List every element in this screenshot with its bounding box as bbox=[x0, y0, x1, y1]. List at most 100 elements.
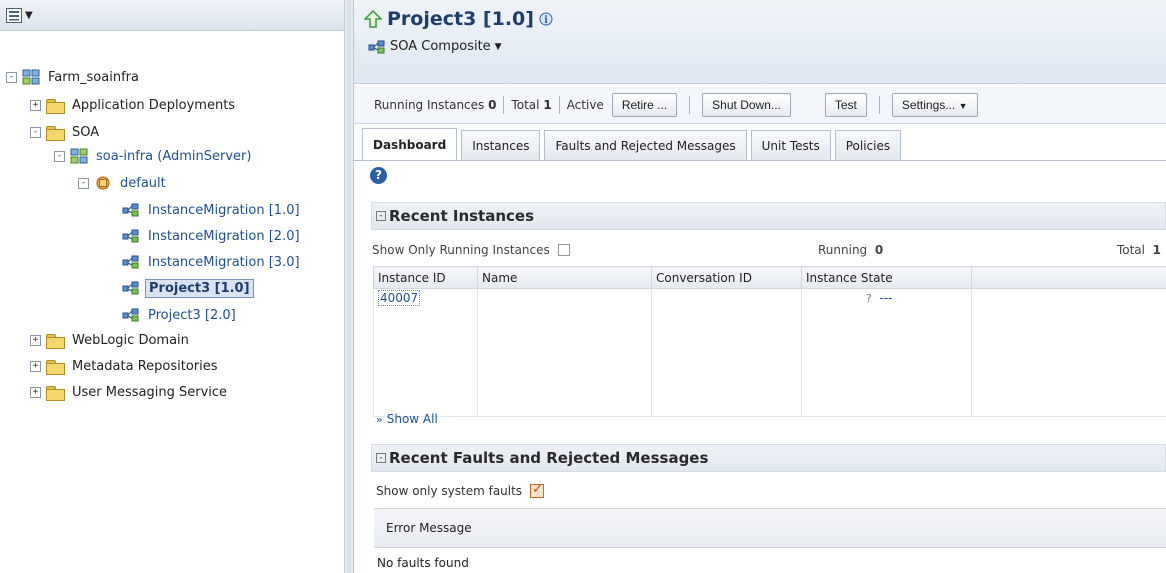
conversation-id-cell bbox=[651, 288, 802, 313]
tree-item-composite[interactable]: Project3 [2.0] bbox=[122, 304, 239, 326]
tree-item-composite[interactable]: InstanceMigration [3.0] bbox=[122, 251, 303, 273]
tree-item-composite[interactable]: InstanceMigration [1.0] bbox=[122, 199, 303, 221]
tab-policies[interactable]: Policies bbox=[834, 130, 902, 160]
chevron-down-icon: ▼ bbox=[25, 9, 33, 21]
folder-icon bbox=[46, 125, 65, 141]
instance-state-value: --- bbox=[879, 291, 893, 305]
test-button[interactable]: Test bbox=[824, 92, 867, 117]
tree-item-user-messaging-service[interactable]: + User Messaging Service bbox=[30, 381, 230, 403]
recent-faults-header[interactable]: - Recent Faults and Rejected Messages bbox=[371, 444, 1166, 472]
pane-splitter[interactable] bbox=[345, 0, 354, 573]
show-all-link[interactable]: » Show All bbox=[376, 412, 438, 426]
tree-item-label: User Messaging Service bbox=[72, 384, 228, 400]
shut-down-button[interactable]: Shut Down... bbox=[702, 92, 791, 117]
recent-instances-header[interactable]: - Recent Instances bbox=[371, 202, 1166, 230]
main-content: Project3 [1.0] i SOA Composite ▼ Running… bbox=[354, 0, 1166, 573]
no-faults-message: No faults found bbox=[377, 556, 469, 570]
composite-icon bbox=[122, 255, 139, 269]
error-message-header[interactable]: Error Message bbox=[374, 508, 1166, 548]
show-running-label: Show Only Running Instances bbox=[372, 243, 550, 257]
collapse-icon[interactable]: - bbox=[78, 177, 89, 189]
tab-instances[interactable]: Instances bbox=[461, 130, 541, 160]
unknown-state-icon: ? bbox=[866, 292, 872, 305]
tree-item-label: Application Deployments bbox=[72, 97, 236, 113]
expand-icon[interactable]: + bbox=[30, 99, 41, 111]
total-count: Total 1 bbox=[1117, 243, 1161, 257]
tree-item-label: default bbox=[120, 175, 166, 191]
tab-bar: Dashboard Instances Faults and Rejected … bbox=[362, 128, 905, 160]
settings-button[interactable]: Settings... ▼ bbox=[891, 92, 978, 117]
column-header[interactable]: Instance State bbox=[801, 266, 972, 289]
expand-icon[interactable]: + bbox=[30, 334, 41, 346]
up-arrow-icon[interactable] bbox=[364, 10, 382, 28]
collapse-icon[interactable]: - bbox=[376, 453, 386, 463]
section-title: Recent Instances bbox=[389, 207, 535, 225]
status-toolbar: Running Instances 0 Total 1 Active Retir… bbox=[354, 86, 1166, 124]
collapse-icon[interactable]: - bbox=[376, 211, 386, 221]
tree-item-label: Project3 [1.0] bbox=[145, 278, 254, 298]
tree-item-default[interactable]: - default bbox=[78, 172, 169, 194]
instances-table: Instance ID Name Conversation ID Instanc… bbox=[373, 266, 1166, 417]
separator bbox=[689, 95, 691, 114]
show-all-label: Show All bbox=[386, 412, 438, 426]
instance-id-link[interactable]: 40007 bbox=[378, 290, 421, 306]
tab-unit-tests[interactable]: Unit Tests bbox=[750, 130, 831, 160]
tab-dashboard[interactable]: Dashboard bbox=[362, 128, 458, 160]
empty-row bbox=[373, 312, 1166, 417]
recent-faults-section: - Recent Faults and Rejected Messages bbox=[371, 444, 1166, 472]
folder-icon bbox=[46, 333, 65, 349]
help-icon[interactable]: ? bbox=[370, 167, 387, 184]
tree-item-soa[interactable]: - SOA bbox=[30, 121, 102, 143]
tree-item-label: WebLogic Domain bbox=[72, 332, 189, 348]
composite-icon bbox=[368, 40, 385, 53]
list-icon bbox=[6, 7, 22, 23]
tree-item-metadata-repositories[interactable]: + Metadata Repositories bbox=[30, 355, 221, 377]
settings-label: Settings... bbox=[901, 97, 956, 112]
show-running-checkbox[interactable] bbox=[557, 244, 570, 256]
running-value: 0 bbox=[874, 243, 884, 257]
expand-icon[interactable]: + bbox=[30, 386, 41, 398]
error-message-column: Error Message bbox=[386, 521, 472, 535]
running-count: Running 0 bbox=[818, 243, 883, 257]
table-row[interactable]: 40007 ? --- bbox=[373, 288, 1166, 313]
collapse-icon[interactable]: - bbox=[6, 71, 17, 83]
target-navigation-menu-button[interactable]: ▼ bbox=[6, 7, 33, 23]
farm-icon bbox=[22, 69, 40, 85]
tree-item-soa-infra[interactable]: - soa-infra (AdminServer) bbox=[54, 145, 254, 167]
tree-item-composite-selected[interactable]: Project3 [1.0] bbox=[122, 277, 254, 299]
system-faults-checkbox[interactable] bbox=[530, 482, 545, 498]
instance-state-cell: ? --- bbox=[801, 288, 972, 313]
section-title: Recent Faults and Rejected Messages bbox=[389, 449, 709, 467]
chevron-down-icon: ▼ bbox=[958, 100, 968, 111]
column-header[interactable]: Name bbox=[477, 266, 652, 289]
double-chevron-right-icon: » bbox=[376, 412, 383, 426]
info-icon[interactable]: i bbox=[539, 12, 553, 26]
composite-icon bbox=[122, 229, 139, 243]
column-header[interactable]: Instance ID bbox=[373, 266, 478, 289]
retire-button[interactable]: Retire ... bbox=[611, 92, 678, 117]
tree-item-weblogic-domain[interactable]: + WebLogic Domain bbox=[30, 329, 192, 351]
tree-item-label: Metadata Repositories bbox=[72, 358, 218, 374]
tab-faults[interactable]: Faults and Rejected Messages bbox=[544, 130, 747, 160]
total-value: 1 bbox=[543, 97, 552, 112]
column-header bbox=[971, 266, 1166, 289]
tree-item-label: InstanceMigration [1.0] bbox=[148, 202, 300, 218]
separator bbox=[503, 95, 505, 114]
collapse-icon[interactable]: - bbox=[30, 126, 41, 138]
svg-text:i: i bbox=[544, 15, 548, 26]
tree-item-label: SOA bbox=[72, 124, 100, 140]
collapse-icon[interactable]: - bbox=[54, 150, 65, 162]
soa-composite-menu[interactable]: SOA Composite ▼ bbox=[368, 39, 502, 54]
tree-item-composite[interactable]: InstanceMigration [2.0] bbox=[122, 225, 303, 247]
nav-toolbar: ▼ bbox=[0, 0, 344, 31]
expand-icon[interactable]: + bbox=[30, 360, 41, 372]
running-instances-value: 0 bbox=[488, 97, 497, 112]
column-header[interactable]: Conversation ID bbox=[651, 266, 802, 289]
total-label: Total bbox=[511, 97, 540, 112]
system-faults-filter: Show only system faults bbox=[376, 482, 545, 498]
tree-item-farm[interactable]: - Farm_soainfra bbox=[6, 66, 142, 88]
folder-icon bbox=[46, 359, 65, 375]
tree-item-application-deployments[interactable]: + Application Deployments bbox=[30, 94, 238, 116]
tree-item-label: InstanceMigration [3.0] bbox=[148, 254, 300, 270]
composite-icon bbox=[122, 203, 139, 217]
